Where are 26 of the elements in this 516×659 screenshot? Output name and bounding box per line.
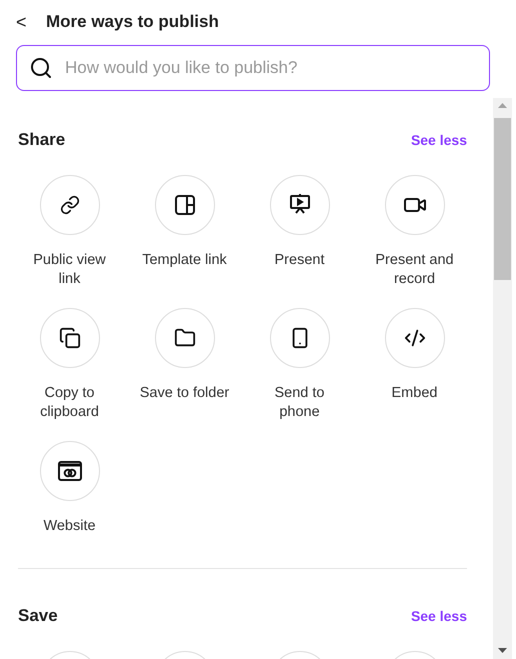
option-label: Website — [42, 517, 97, 536]
code-icon — [404, 327, 426, 349]
option-label: Embed — [390, 384, 438, 403]
search-icon — [29, 56, 53, 80]
back-button[interactable]: < — [16, 12, 30, 32]
search-bar[interactable]: How would you like to publish? — [16, 45, 490, 91]
option-label: Present — [274, 251, 326, 270]
link-icon — [60, 195, 80, 215]
see-less-link[interactable]: See less — [410, 608, 467, 624]
option-label: Template link — [141, 251, 228, 270]
layout-icon — [174, 194, 196, 216]
section-title: Save — [18, 606, 58, 626]
copy-icon — [58, 327, 80, 349]
folder-icon — [174, 327, 196, 349]
option-label: Public view link — [32, 251, 107, 288]
option-label: Save to folder — [139, 384, 230, 403]
option-label: Present and record — [374, 251, 455, 288]
see-less-link[interactable]: See less — [410, 132, 467, 148]
option-label: Copy to clipboard — [39, 384, 100, 421]
section-title: Share — [18, 130, 66, 150]
panel-title: More ways to publish — [46, 12, 219, 32]
scroll-down-icon[interactable] — [498, 648, 507, 653]
scrollbar[interactable] — [493, 98, 512, 659]
browser-link-icon — [56, 460, 82, 482]
option-label: Send to phone — [274, 384, 326, 421]
scroll-thumb[interactable] — [494, 118, 511, 280]
